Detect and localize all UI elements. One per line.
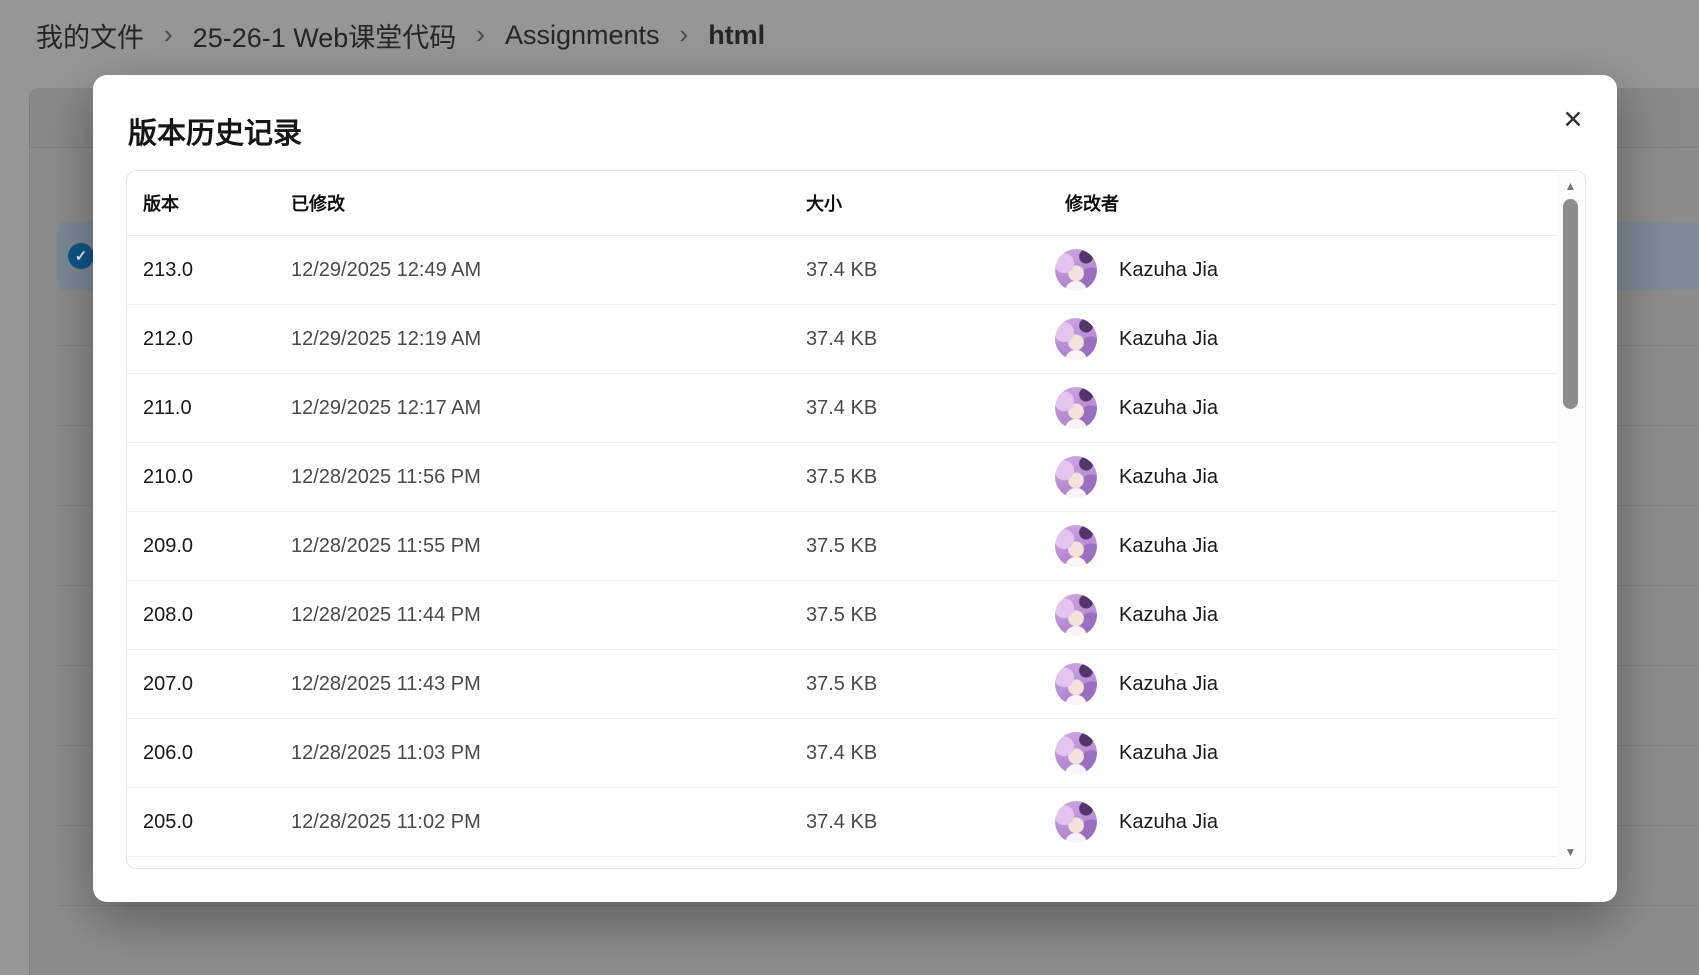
dialog-title: 版本历史记录 [128, 115, 302, 153]
chevron-right-icon: › [164, 21, 173, 51]
column-header-modified: 已修改 [291, 190, 806, 216]
file-selected-check-icon: ✓ [68, 243, 94, 269]
table-row[interactable]: 212.0 12/29/2025 12:19 AM 37.4 KB Kazuha… [127, 305, 1557, 374]
version-cell: 206.0 [143, 742, 291, 765]
modified-cell: 12/29/2025 12:49 AM [291, 259, 806, 282]
table-scrollbar[interactable]: ▲ ▼ [1557, 172, 1584, 867]
table-row[interactable]: 213.0 12/29/2025 12:49 AM 37.4 KB Kazuha… [127, 236, 1557, 305]
scrollbar-thumb[interactable] [1563, 199, 1578, 409]
table-row[interactable]: 210.0 12/28/2025 11:56 PM 37.5 KB Kazuha… [127, 443, 1557, 512]
background-row-divider [58, 905, 1699, 906]
version-cell: 211.0 [143, 397, 291, 420]
avatar [1055, 387, 1097, 429]
modifier-cell: Kazuha Jia [1055, 663, 1557, 705]
modified-cell: 12/28/2025 11:56 PM [291, 466, 806, 489]
table-row[interactable]: 207.0 12/28/2025 11:43 PM 37.5 KB Kazuha… [127, 650, 1557, 719]
modified-cell: 12/28/2025 11:55 PM [291, 535, 806, 558]
scroll-down-icon[interactable]: ▼ [1557, 846, 1584, 858]
column-header-version: 版本 [143, 190, 291, 216]
version-cell: 213.0 [143, 259, 291, 282]
modified-cell: 12/28/2025 11:43 PM [291, 673, 806, 696]
size-cell: 37.4 KB [806, 328, 1055, 351]
breadcrumb-item-my-files[interactable]: 我的文件 [36, 16, 144, 55]
avatar [1055, 801, 1097, 843]
table-row[interactable]: 206.0 12/28/2025 11:03 PM 37.4 KB Kazuha… [127, 719, 1557, 788]
modified-cell: 12/29/2025 12:19 AM [291, 328, 806, 351]
modifier-name: Kazuha Jia [1119, 673, 1218, 696]
size-cell: 37.4 KB [806, 259, 1055, 282]
chevron-right-icon: › [476, 21, 485, 51]
modifier-name: Kazuha Jia [1119, 811, 1218, 834]
modifier-cell: Kazuha Jia [1055, 249, 1557, 291]
size-cell: 37.4 KB [806, 397, 1055, 420]
table-row[interactable]: 209.0 12/28/2025 11:55 PM 37.5 KB Kazuha… [127, 512, 1557, 581]
modified-cell: 12/28/2025 11:02 PM [291, 811, 806, 834]
version-table-body: 213.0 12/29/2025 12:49 AM 37.4 KB Kazuha… [127, 236, 1585, 857]
avatar [1055, 732, 1097, 774]
column-header-size: 大小 [806, 190, 1055, 216]
modifier-name: Kazuha Jia [1119, 328, 1218, 351]
version-cell: 208.0 [143, 604, 291, 627]
modifier-name: Kazuha Jia [1119, 466, 1218, 489]
size-cell: 37.5 KB [806, 673, 1055, 696]
modifier-cell: Kazuha Jia [1055, 525, 1557, 567]
breadcrumb-item-assignments[interactable]: Assignments [505, 20, 660, 51]
size-cell: 37.4 KB [806, 811, 1055, 834]
modifier-cell: Kazuha Jia [1055, 456, 1557, 498]
modifier-name: Kazuha Jia [1119, 259, 1218, 282]
avatar [1055, 318, 1097, 360]
size-cell: 37.5 KB [806, 535, 1055, 558]
breadcrumb: 我的文件 › 25-26-1 Web课堂代码 › Assignments › h… [36, 16, 765, 55]
scroll-up-icon[interactable]: ▲ [1557, 180, 1584, 192]
column-header-modifier: 修改者 [1055, 190, 1557, 216]
table-row[interactable]: 205.0 12/28/2025 11:02 PM 37.4 KB Kazuha… [127, 788, 1557, 857]
modifier-cell: Kazuha Jia [1055, 387, 1557, 429]
modifier-name: Kazuha Jia [1119, 604, 1218, 627]
modified-cell: 12/28/2025 11:44 PM [291, 604, 806, 627]
modifier-name: Kazuha Jia [1119, 535, 1218, 558]
modifier-cell: Kazuha Jia [1055, 801, 1557, 843]
version-cell: 209.0 [143, 535, 291, 558]
version-cell: 212.0 [143, 328, 291, 351]
modifier-cell: Kazuha Jia [1055, 318, 1557, 360]
modifier-name: Kazuha Jia [1119, 742, 1218, 765]
size-cell: 37.4 KB [806, 742, 1055, 765]
breadcrumb-item-html: html [708, 20, 765, 51]
size-cell: 37.5 KB [806, 604, 1055, 627]
avatar [1055, 249, 1097, 291]
version-table: 版本 已修改 大小 修改者 213.0 12/29/2025 12:49 AM … [126, 170, 1586, 869]
avatar [1055, 525, 1097, 567]
version-history-dialog: 版本历史记录 ✕ 版本 已修改 大小 修改者 213.0 12/29/2025 … [93, 75, 1617, 902]
avatar [1055, 663, 1097, 705]
version-cell: 210.0 [143, 466, 291, 489]
table-row[interactable]: 211.0 12/29/2025 12:17 AM 37.4 KB Kazuha… [127, 374, 1557, 443]
table-row[interactable]: 208.0 12/28/2025 11:44 PM 37.5 KB Kazuha… [127, 581, 1557, 650]
modifier-name: Kazuha Jia [1119, 397, 1218, 420]
close-icon: ✕ [1563, 108, 1584, 133]
version-cell: 205.0 [143, 811, 291, 834]
avatar [1055, 594, 1097, 636]
chevron-right-icon: › [680, 21, 689, 51]
breadcrumb-item-course-folder[interactable]: 25-26-1 Web课堂代码 [193, 16, 457, 55]
modifier-cell: Kazuha Jia [1055, 732, 1557, 774]
close-button[interactable]: ✕ [1555, 102, 1591, 138]
modifier-cell: Kazuha Jia [1055, 594, 1557, 636]
version-table-header: 版本 已修改 大小 修改者 [127, 171, 1557, 236]
size-cell: 37.5 KB [806, 466, 1055, 489]
modified-cell: 12/29/2025 12:17 AM [291, 397, 806, 420]
avatar [1055, 456, 1097, 498]
version-cell: 207.0 [143, 673, 291, 696]
modified-cell: 12/28/2025 11:03 PM [291, 742, 806, 765]
